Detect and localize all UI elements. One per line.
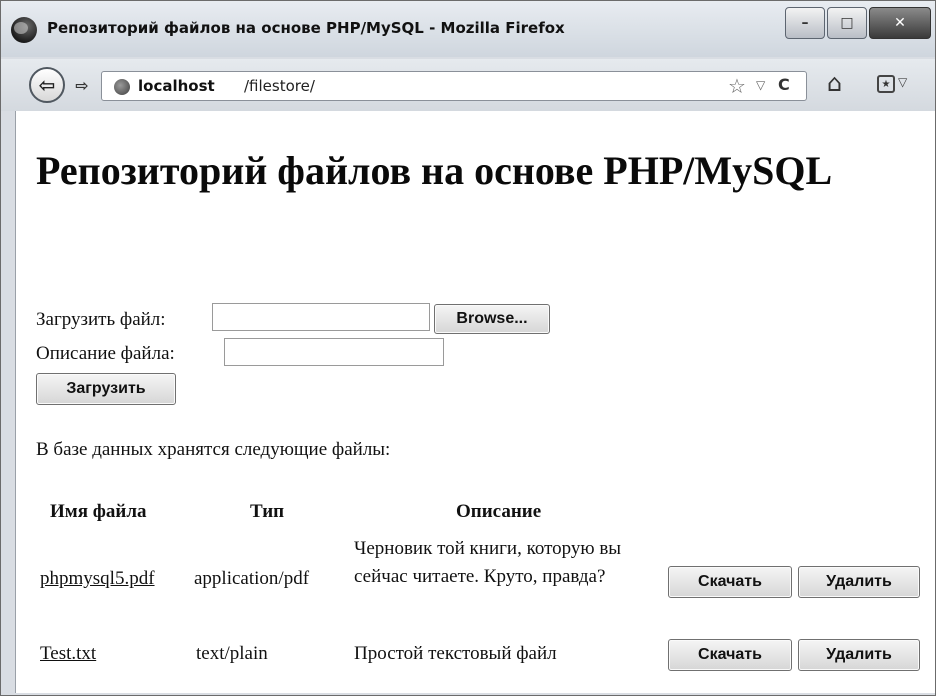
reload-icon[interactable]: C: [778, 75, 790, 94]
title-bar: Репозиторий файлов на основе PHP/MySQL -…: [1, 1, 935, 57]
url-bar[interactable]: localhost /filestore/ ☆ ▽ C: [101, 71, 807, 101]
file-description: Простой текстовый файл: [354, 643, 557, 664]
file-description: Черновик той книги, которую вы сейчас чи…: [354, 538, 622, 587]
upload-file-input[interactable]: [212, 303, 430, 331]
upload-file-label: Загрузить файл:: [36, 309, 166, 330]
window-title: Репозиторий файлов на основе PHP/MySQL -…: [47, 19, 565, 37]
delete-button[interactable]: Удалить: [798, 566, 920, 598]
url-path: /filestore/: [244, 77, 315, 95]
delete-button[interactable]: Удалить: [798, 639, 920, 671]
back-icon[interactable]: ⇦: [29, 67, 65, 103]
firefox-logo-icon: [11, 17, 37, 43]
file-type: application/pdf: [194, 568, 310, 589]
files-list-intro: В базе данных хранятся следующие файлы:: [36, 439, 391, 460]
page-title: Репозиторий файлов на основе PHP/MySQL: [36, 148, 833, 193]
navigation-toolbar: ⇦ ⇨ localhost /filestore/ ☆ ▽ C ⌂ ★ ▽: [1, 59, 935, 111]
file-description-input[interactable]: [224, 338, 444, 366]
browser-window: Репозиторий файлов на основе PHP/MySQL -…: [0, 0, 936, 696]
page-content: Репозиторий файлов на основе PHP/MySQL З…: [15, 111, 935, 693]
bookmarks-dropdown-icon[interactable]: ▽: [898, 75, 907, 89]
upload-submit-button[interactable]: Загрузить: [36, 373, 176, 405]
close-button[interactable]: ✕: [869, 7, 931, 39]
file-link[interactable]: phpmysql5.pdf: [40, 568, 155, 590]
site-identity-icon[interactable]: [114, 79, 130, 95]
bookmarks-icon[interactable]: ★: [877, 75, 895, 93]
column-header-type: Тип: [250, 501, 285, 522]
download-button[interactable]: Скачать: [668, 566, 792, 598]
download-button[interactable]: Скачать: [668, 639, 792, 671]
file-link[interactable]: Test.txt: [40, 643, 96, 665]
home-icon[interactable]: ⌂: [827, 69, 842, 97]
url-host: localhost: [138, 77, 215, 95]
browse-button[interactable]: Browse...: [434, 304, 550, 334]
file-description-label: Описание файла:: [36, 343, 175, 364]
forward-icon[interactable]: ⇨: [67, 73, 97, 97]
column-header-name: Имя файла: [50, 501, 147, 522]
column-header-description: Описание: [456, 501, 542, 522]
file-type: text/plain: [196, 643, 268, 664]
history-dropdown-icon[interactable]: ▽: [756, 78, 765, 92]
maximize-button[interactable]: □: [827, 7, 867, 39]
star-icon[interactable]: ☆: [728, 74, 746, 98]
minimize-button[interactable]: –: [785, 7, 825, 39]
